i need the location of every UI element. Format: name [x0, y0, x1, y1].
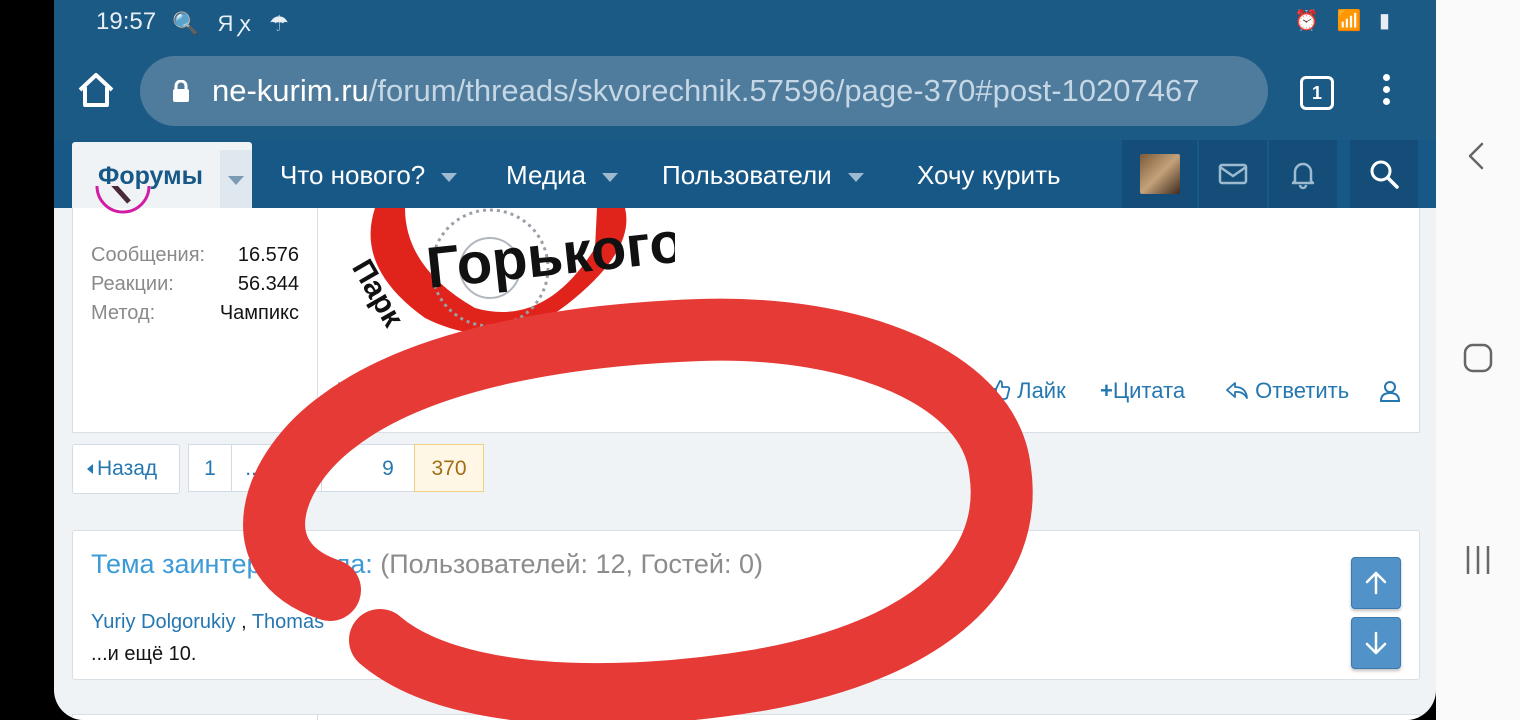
browser-toolbar: ne-kurim.ru/forum/threads/skvorechnik.57… [54, 44, 1436, 140]
thread-watchers-block: Тема заинтересовала: (Пользователей: 12,… [72, 530, 1420, 680]
watchers-more: ...и ещё 10. [91, 643, 197, 665]
watchers-count: (Пользователей: 12, Гостей: 0) [380, 549, 764, 579]
plus-icon: + [1100, 378, 1113, 403]
page-link[interactable]: 9 [321, 444, 415, 492]
address-bar[interactable]: ne-kurim.ru/forum/threads/skvorechnik.57… [140, 56, 1268, 126]
home-nav-icon[interactable] [1456, 336, 1500, 380]
quote-button[interactable]: +Цитата [1100, 378, 1185, 404]
nav-account[interactable] [1122, 140, 1197, 208]
nav-whats-new[interactable]: Что нового? [280, 160, 458, 191]
watcher-user-link[interactable]: Thomas [252, 611, 324, 633]
nav-inbox[interactable] [1199, 140, 1267, 208]
chevron-left-icon [87, 464, 93, 474]
arrow-up-icon [1365, 571, 1387, 595]
watchers-title: Тема заинтересовала: (Пользователей: 12,… [91, 549, 763, 580]
report-link[interactable]: Жа [337, 378, 370, 404]
pagination-back-button[interactable]: Назад [72, 444, 180, 494]
chevron-down-icon[interactable] [602, 172, 618, 182]
reply-button[interactable]: Ответить [1225, 378, 1349, 404]
user-avatar-small[interactable] [95, 186, 151, 230]
thumbs-up-icon [990, 380, 1011, 400]
watchers-list: Yuriy Dolgorukiy , Thomas [91, 611, 324, 634]
arrow-down-icon [1365, 631, 1387, 655]
stat-reactions-value: 56.344 [237, 273, 299, 295]
page-link[interactable]: 3 [276, 444, 322, 492]
tab-forums-dropdown[interactable] [220, 150, 252, 208]
status-bar: 19:57 🔍 Яꭗ ☂ ⏰ 📶 ▮ [54, 0, 1436, 44]
watchers-title-link[interactable]: Тема заинтересовала: [91, 549, 373, 579]
android-nav-bar [1436, 0, 1520, 720]
chevron-down-icon[interactable] [847, 172, 864, 182]
chevron-down-icon [228, 176, 244, 185]
scroll-to-top-button[interactable] [1351, 557, 1401, 609]
user-avatar[interactable] [1140, 154, 1180, 194]
stat-method-value: Чампикс [219, 302, 299, 324]
bell-icon [1291, 162, 1315, 190]
stat-method-label: Метод: [91, 302, 156, 324]
recents-icon[interactable] [1456, 538, 1500, 582]
search-icon [1370, 160, 1399, 189]
reply-label: Ответить [1255, 378, 1350, 403]
stat-reactions-label: Реакции: [91, 273, 174, 295]
like-button[interactable]: Лайк [989, 378, 1066, 404]
status-right-icons: ⏰ 📶 ▮ [1294, 10, 1396, 32]
more-vert-icon[interactable] [1376, 74, 1396, 114]
lock-icon [173, 80, 189, 102]
nav-search[interactable] [1350, 140, 1418, 208]
url-path: /forum/threads/skvorechnik.57596/page-37… [368, 73, 1200, 108]
forum-nav: Форумы Что нового? Медиа Пользователи Хо… [54, 140, 1436, 208]
url-host: ne-kurim.ru [212, 73, 369, 108]
post-message: Сообщения: 16.576 Реакции: 56.344 Метод:… [72, 186, 1420, 433]
post-image-gorky-park[interactable]: Горького Парк [335, 208, 675, 340]
mail-icon [1218, 163, 1248, 185]
phone-screen: 19:57 🔍 Яꭗ ☂ ⏰ 📶 ▮ ne-kurim.ru/forum/thr… [54, 0, 1436, 720]
stat-messages-label: Сообщения: [91, 244, 206, 266]
user-icon[interactable] [1379, 380, 1401, 402]
nav-alerts[interactable] [1269, 140, 1337, 208]
nav-media[interactable]: Медиа [506, 160, 618, 191]
chevron-down-icon[interactable] [441, 172, 458, 182]
scroll-to-bottom-button[interactable] [1351, 617, 1401, 669]
page-current[interactable]: 370 [414, 444, 484, 492]
nav-users[interactable]: Пользователи [662, 160, 864, 191]
tabs-button[interactable]: 1 [1300, 76, 1334, 110]
home-icon[interactable] [76, 70, 116, 110]
stat-messages-value: 16.576 [237, 244, 299, 266]
watcher-separator: , [235, 611, 252, 633]
post-user-extras: Сообщения: 16.576 Реакции: 56.344 Метод:… [73, 186, 318, 432]
watcher-user-link[interactable]: Yuriy Dolgorukiy [91, 611, 236, 633]
page-ellipsis[interactable]: ... [231, 444, 277, 492]
reply-icon [1226, 382, 1248, 399]
status-left-icons: 🔍 Яꭗ ☂ [172, 11, 295, 36]
next-post-edge [72, 714, 1420, 720]
back-icon[interactable] [1456, 134, 1500, 178]
nav-want-smoke[interactable]: Хочу курить [917, 160, 1061, 191]
like-label: Лайк [1017, 378, 1066, 403]
url-text[interactable]: ne-kurim.ru/forum/threads/skvorechnik.57… [212, 73, 1199, 109]
page-link[interactable]: 1 [188, 444, 232, 492]
quote-label: Цитата [1112, 378, 1186, 403]
status-time: 19:57 [96, 8, 157, 35]
